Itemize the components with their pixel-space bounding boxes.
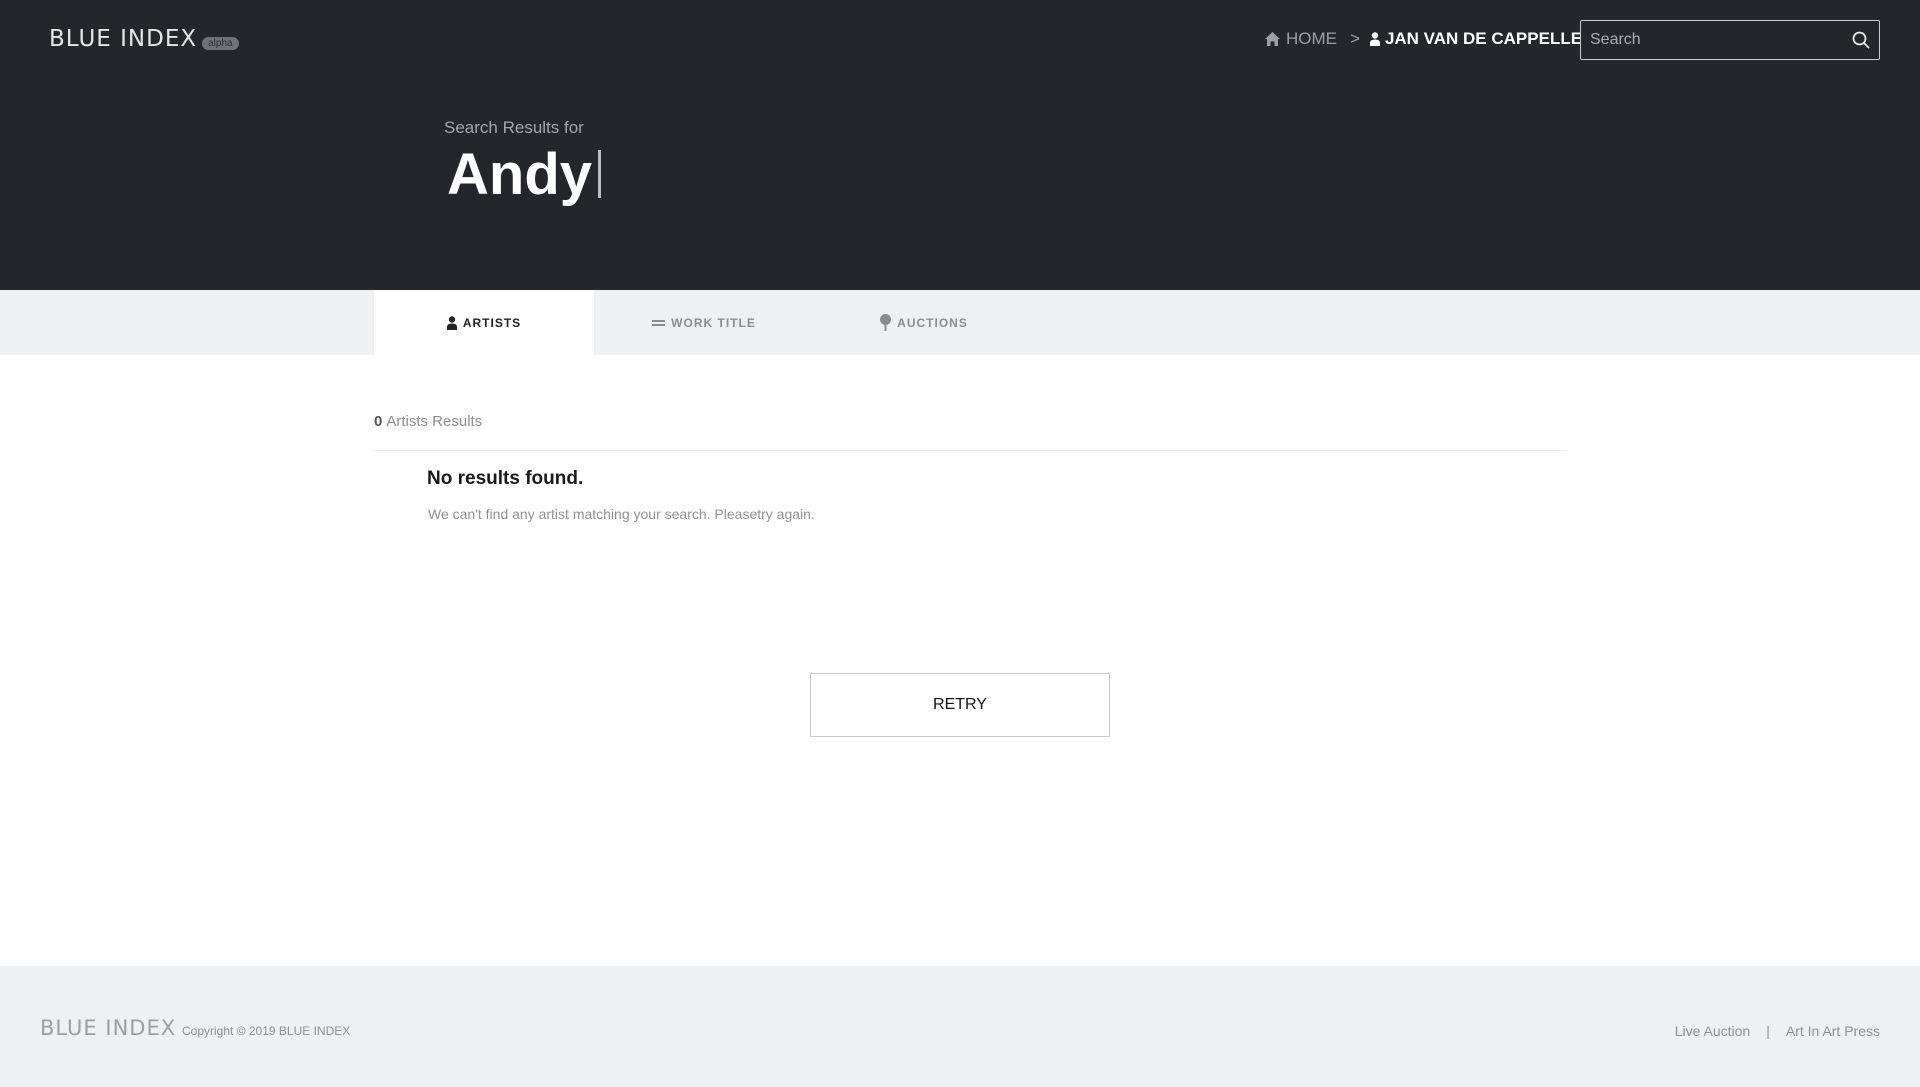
search-query: Andy	[447, 142, 592, 207]
results-count: 0 Artists Results	[374, 413, 482, 430]
tab-auctions[interactable]: AUCTIONS	[814, 290, 1034, 355]
results-tabs: ARTISTS WORK TITLE AUCTIONS	[0, 290, 1920, 355]
page-header: BLUE INDEX alpha HOME > JAN VAN DE CAPPE…	[0, 0, 1920, 290]
tab-auctions-label: AUCTIONS	[897, 315, 968, 330]
search-results-label: Search Results for	[444, 118, 584, 137]
footer-link-live-auction[interactable]: Live Auction	[1675, 1023, 1751, 1039]
footer-links: Live Auction | Art In Art Press	[1675, 1023, 1880, 1039]
pin-icon	[880, 314, 892, 331]
alpha-badge: alpha	[202, 37, 239, 50]
breadcrumb-home-label: HOME	[1286, 29, 1337, 48]
footer-link-separator: |	[1766, 1023, 1770, 1039]
copyright-text: Copyright © 2019 BLUE INDEX	[182, 1024, 351, 1038]
results-count-number: 0	[374, 413, 383, 430]
page-footer: BLUE INDEX Copyright © 2019 BLUE INDEX L…	[0, 966, 1920, 1087]
search-button[interactable]	[1851, 30, 1871, 50]
person-icon	[1369, 32, 1380, 46]
search-input[interactable]	[1581, 21, 1831, 59]
empty-state-title: No results found.	[427, 468, 584, 489]
tab-artists-label: ARTISTS	[462, 315, 522, 330]
brand-name: BLUE INDEX	[49, 26, 198, 52]
lines-icon	[652, 319, 666, 326]
search-icon	[1852, 31, 1870, 49]
breadcrumb-current-label: JAN VAN DE CAPPELLE	[1384, 29, 1583, 48]
tab-work-title-label: WORK TITLE	[671, 315, 756, 330]
breadcrumb: HOME > JAN VAN DE CAPPELLE	[1265, 29, 1582, 49]
footer-link-art-in-art-press[interactable]: Art In Art Press	[1786, 1023, 1880, 1039]
divider	[374, 450, 1567, 451]
brand-logo[interactable]: BLUE INDEX alpha	[49, 26, 239, 52]
retry-button[interactable]: RETRY	[810, 673, 1110, 737]
home-icon	[1265, 32, 1280, 46]
tab-work-title[interactable]: WORK TITLE	[594, 290, 814, 355]
person-icon	[446, 315, 457, 330]
text-caret	[598, 150, 601, 198]
tab-artists[interactable]: ARTISTS	[374, 290, 594, 355]
footer-logo[interactable]: BLUE INDEX	[40, 1016, 176, 1040]
breadcrumb-separator: >	[1350, 29, 1360, 48]
breadcrumb-home[interactable]: HOME	[1265, 29, 1337, 49]
search-box	[1580, 20, 1880, 60]
empty-state-message: We can't find any artist matching your s…	[428, 506, 815, 522]
breadcrumb-current[interactable]: JAN VAN DE CAPPELLE	[1369, 29, 1583, 49]
results-count-label: Artists Results	[386, 413, 483, 430]
